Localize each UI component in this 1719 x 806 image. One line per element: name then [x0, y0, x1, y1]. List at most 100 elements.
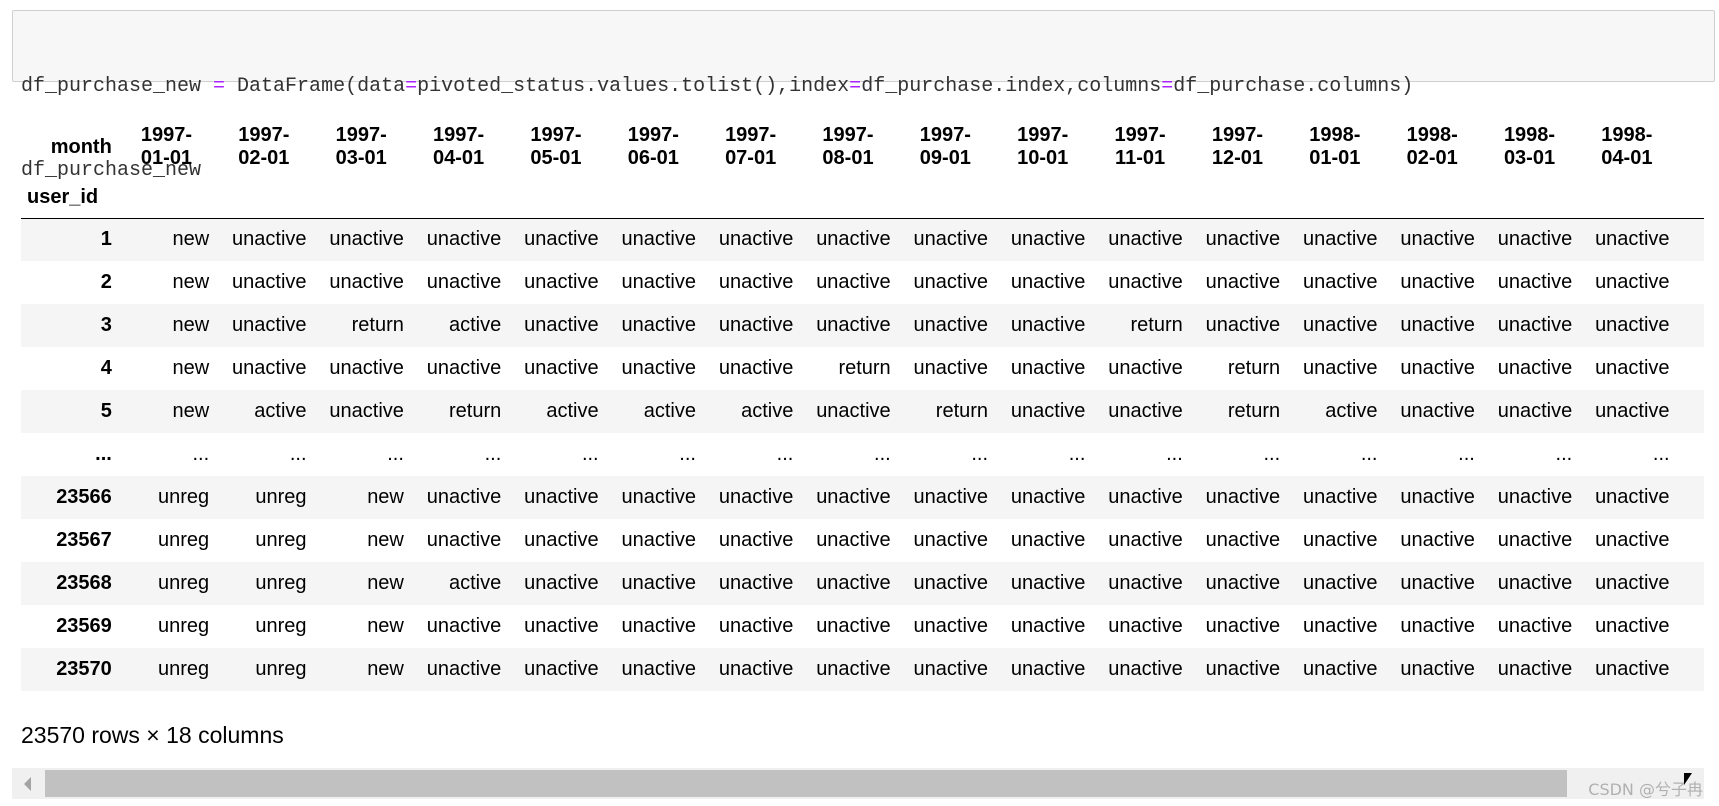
column-header: 1997- 01-01 [118, 116, 215, 178]
table-row: 5 new active unactive return active active acti… [21, 390, 1704, 433]
table-cell: new [367, 658, 404, 680]
table-cell: unactive [913, 486, 989, 508]
table-cell: unactive [426, 658, 502, 680]
row-index: 23568 [56, 572, 112, 594]
table-cell: unacti [1676, 648, 1704, 691]
column-header-line: 01-01 [140, 147, 193, 169]
table-cell: unactive [816, 314, 891, 336]
table-cell: unactive [1205, 228, 1281, 251]
table-cell: unreg [158, 572, 210, 594]
table-cell: unactive [1302, 615, 1378, 637]
column-header: 1997- 04-01 [410, 116, 507, 178]
column-header-line: 1997- [1017, 124, 1069, 146]
table-cell: unreg [255, 486, 307, 508]
table-cell: unactive [1108, 615, 1183, 637]
index-header-spacer [1480, 178, 1579, 219]
table-cell: unacti [1676, 519, 1704, 562]
triangle-left-icon [24, 776, 31, 791]
table-cell: unactive [1108, 658, 1183, 680]
table-cell: unactive [816, 400, 891, 422]
table-cell: unactive [816, 529, 891, 551]
scroll-left-button[interactable] [12, 768, 43, 799]
table-cell: unactive [1205, 314, 1281, 336]
column-header-line: 1997- [725, 124, 777, 146]
column-header: 1997- 07-01 [702, 116, 799, 178]
table-cell: unactive [1595, 572, 1670, 594]
table-cell: unactive [913, 314, 989, 336]
table-cell: ... [1652, 443, 1670, 465]
column-header: 1997- 05-01 [507, 116, 604, 178]
table-cell: unactive [1400, 357, 1475, 379]
table-cell: unactive [1400, 314, 1475, 336]
table-cell: unactive [816, 228, 891, 251]
row-index: 4 [100, 357, 112, 379]
table-cell: return [351, 314, 404, 336]
table-cell: unreg [158, 615, 210, 637]
table-cell: unactive [1595, 314, 1670, 336]
table-cell: unactive [621, 314, 696, 336]
table-cell: unacti [1676, 605, 1704, 648]
table-cell: unactive [718, 529, 794, 551]
table-cell: unactive [621, 615, 696, 637]
column-header-line: 1997- [335, 124, 387, 146]
column-header-line: 12-01 [1211, 147, 1264, 169]
column-header-line: 04-01 [432, 147, 485, 169]
scrollbar-thumb[interactable] [45, 770, 1567, 797]
table-cell: unacti [1676, 218, 1704, 261]
table-cell: ... [1458, 443, 1475, 465]
table-cell: new [367, 529, 404, 551]
table-cell: unactive [1302, 572, 1378, 594]
table-cell: unreg [255, 658, 307, 680]
table-cell: unactive [1497, 357, 1573, 379]
table-cell: unactive [329, 228, 404, 251]
column-header: 1998- 02-01 [1383, 116, 1480, 178]
table-cell: unactive [621, 271, 696, 293]
index-header-spacer [701, 178, 800, 219]
table-cell: ... [581, 443, 599, 465]
row-index: ... [95, 443, 112, 465]
dataframe-table: month 1997- 01-01 1997- 02-01 1997- 03-01 1997… [21, 116, 1704, 691]
table-cell: unactive [1108, 572, 1183, 594]
table-cell: unactive [1205, 271, 1281, 293]
row-index: 3 [100, 314, 112, 336]
table-cell: unactive [1010, 486, 1086, 508]
table-cell: unactive [426, 271, 502, 293]
table-cell: unactive [913, 572, 989, 594]
table-cell: ... [971, 443, 989, 465]
column-header-line: 1997- [919, 124, 971, 146]
table-cell: unactive [329, 400, 404, 422]
table-cell: unacti [1676, 261, 1704, 304]
column-header-line: 1997- [432, 124, 485, 146]
table-cell: unactive [1497, 529, 1573, 551]
column-header-line: 03-01 [335, 147, 387, 169]
table-cell: unactive [913, 658, 989, 680]
table-cell: unactive [621, 486, 696, 508]
table-cell: unactive [426, 228, 502, 251]
column-header-line: 1997- [530, 124, 582, 146]
table-cell: return [1227, 357, 1281, 379]
column-header-line: 07-01 [725, 147, 777, 169]
index-header-spacer [1578, 178, 1676, 219]
table-cell: unactive [1595, 400, 1670, 422]
table-cell: ... [289, 443, 307, 465]
column-header-line: 03-01 [1503, 147, 1556, 169]
table-cell: unactive [1400, 228, 1475, 251]
table-row: 23570 unreg unreg new unactive unactive unacti… [21, 648, 1704, 691]
column-header-line: 1997- [822, 124, 874, 146]
column-header: 1997- 09-01 [897, 116, 994, 178]
table-cell: unacti [1676, 562, 1704, 605]
table-row: 4 new unactive unactive unactive unactive unac… [21, 347, 1704, 390]
table-cell: unactive [1595, 271, 1670, 293]
table-cell: unactive [329, 357, 404, 379]
table-cell: unactive [718, 271, 794, 293]
table-cell: unactive [426, 615, 502, 637]
row-index: 2 [100, 271, 112, 293]
table-cell: unactive [1497, 228, 1573, 251]
table-cell: ... [192, 443, 210, 465]
table-cell: unactive [1108, 357, 1183, 379]
code-cell[interactable]: df_purchase_new = DataFrame(data=pivoted… [12, 10, 1715, 182]
column-header-line: 01-01 [1309, 147, 1361, 169]
table-cell: unactive [913, 529, 989, 551]
table-cell: return [449, 400, 502, 422]
horizontal-scrollbar[interactable] [12, 768, 1704, 799]
